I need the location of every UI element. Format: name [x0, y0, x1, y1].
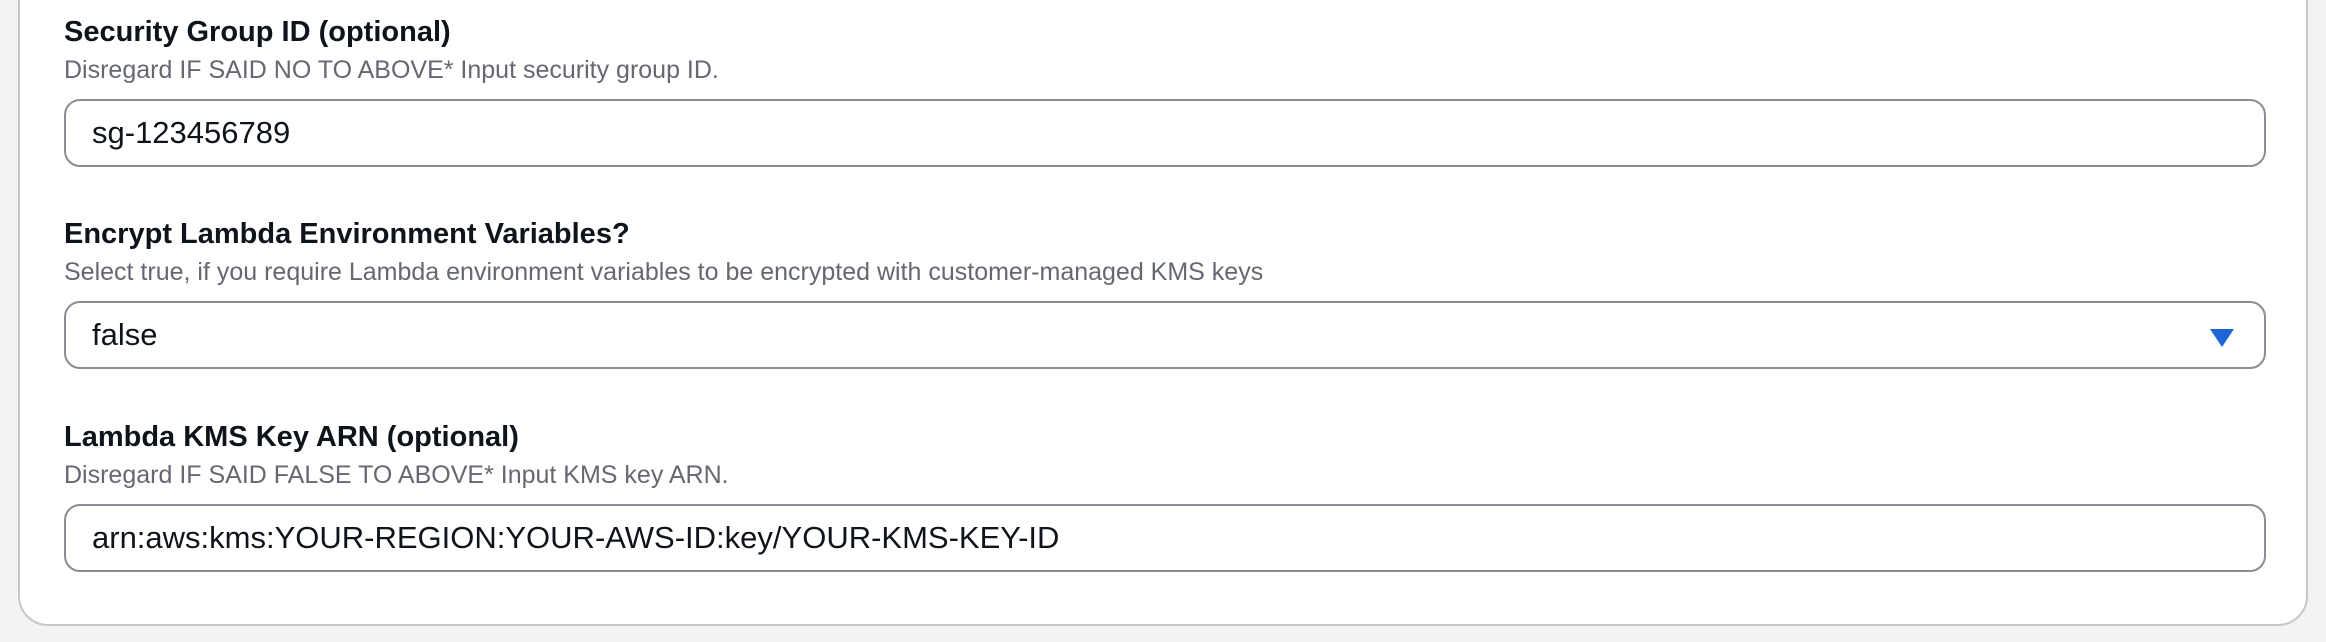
lambda-kms-key-arn-input[interactable] — [92, 506, 2238, 570]
security-group-id-label: Security Group ID (optional) — [64, 16, 451, 48]
lambda-kms-key-arn-field: Lambda KMS Key ARN (optional) Disregard … — [64, 419, 2266, 572]
lambda-kms-key-arn-label: Lambda KMS Key ARN (optional) — [64, 421, 519, 453]
security-group-id-field: Security Group ID (optional) Disregard I… — [64, 14, 2266, 167]
encrypt-lambda-env-select[interactable]: false — [64, 301, 2266, 369]
encrypt-lambda-env-field: Encrypt Lambda Environment Variables? Se… — [64, 216, 2266, 369]
caret-down-icon[interactable] — [2210, 329, 2234, 347]
lambda-kms-key-arn-description: Disregard IF SAID FALSE TO ABOVE* Input … — [64, 461, 729, 489]
security-group-id-input[interactable] — [92, 101, 2238, 165]
security-group-id-description: Disregard IF SAID NO TO ABOVE* Input sec… — [64, 56, 719, 84]
encrypt-lambda-env-label: Encrypt Lambda Environment Variables? — [64, 218, 630, 250]
encrypt-lambda-env-selected-value: false — [92, 317, 158, 352]
encrypt-lambda-env-description: Select true, if you require Lambda envir… — [64, 258, 1264, 286]
security-group-id-input-box[interactable] — [64, 99, 2266, 167]
lambda-kms-key-arn-input-box[interactable] — [64, 504, 2266, 572]
